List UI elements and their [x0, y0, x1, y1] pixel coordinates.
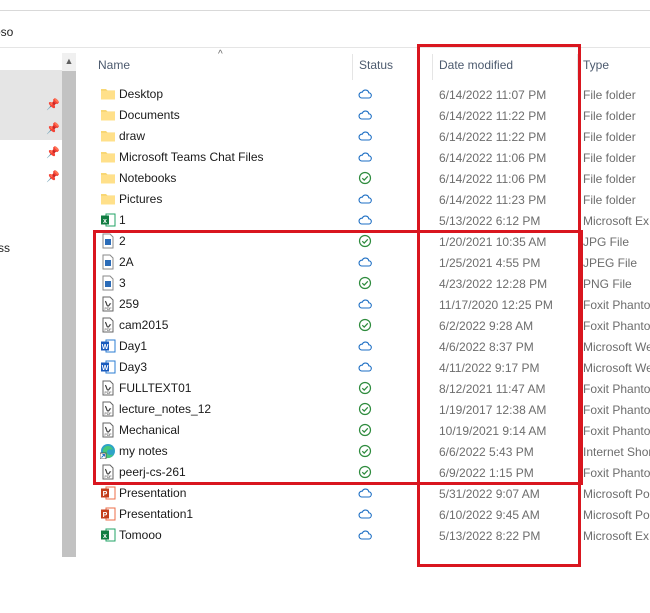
- pin-icon: 📌: [46, 123, 60, 135]
- file-type: Microsoft Ex: [583, 214, 650, 228]
- file-name: Documents: [119, 108, 180, 122]
- scrollbar-thumb[interactable]: [62, 71, 76, 557]
- cloud-only-icon: [358, 507, 372, 521]
- cloud-only-icon: [358, 486, 372, 500]
- powerpoint-icon: P: [100, 485, 116, 501]
- column-header-name[interactable]: Name: [98, 58, 130, 76]
- folder-icon: [100, 128, 116, 144]
- navigation-item-label[interactable]: ss: [0, 241, 10, 255]
- cloud-only-icon: [358, 150, 372, 164]
- folder-icon: [100, 149, 116, 165]
- file-type: Internet Shor: [583, 445, 650, 459]
- file-type: File folder: [583, 193, 636, 207]
- file-name: Microsoft Teams Chat Files: [119, 150, 264, 164]
- highlight-box-files: [93, 230, 583, 485]
- pin-icon: 📌: [46, 171, 60, 183]
- cloud-only-icon: [358, 213, 372, 227]
- cloud-only-icon: [358, 129, 372, 143]
- file-name: Desktop: [119, 87, 164, 101]
- file-type: JPG File: [583, 235, 630, 249]
- file-type: Microsoft We: [583, 361, 650, 375]
- folder-icon: [100, 170, 116, 186]
- cloud-only-icon: [358, 108, 372, 122]
- title-bar: [0, 0, 650, 11]
- file-type: File folder: [583, 88, 636, 102]
- column-header-status[interactable]: Status: [359, 58, 393, 76]
- folder-icon: [100, 86, 116, 102]
- svg-text:P: P: [103, 512, 108, 519]
- file-type: File folder: [583, 151, 636, 165]
- sort-ascending-icon: ^: [218, 49, 223, 60]
- file-type: File folder: [583, 130, 636, 144]
- file-type: Microsoft Po: [583, 508, 650, 522]
- file-name: Presentation1: [119, 507, 194, 521]
- file-type: Microsoft Po: [583, 487, 650, 501]
- cloud-only-icon: [358, 192, 372, 206]
- file-name: Notebooks: [119, 171, 177, 185]
- navigation-pane: 📌 📌 📌 📌 ss: [0, 48, 62, 613]
- svg-text:x: x: [103, 218, 107, 225]
- file-name: Pictures: [119, 192, 163, 206]
- file-type: Microsoft We: [583, 340, 650, 354]
- pin-icon: 📌: [46, 147, 60, 159]
- available-offline-check-icon: [358, 171, 372, 185]
- file-type: JPEG File: [583, 256, 638, 270]
- file-type: Foxit Phanto: [583, 319, 650, 333]
- file-type: Foxit Phanto: [583, 424, 650, 438]
- file-type: File folder: [583, 172, 636, 186]
- file-type: Foxit Phanto: [583, 298, 650, 312]
- file-type: Foxit Phanto: [583, 466, 650, 480]
- file-type: Foxit Phanto: [583, 403, 650, 417]
- svg-text:P: P: [103, 491, 108, 498]
- file-name: 1: [119, 213, 126, 227]
- address-path: oso: [0, 25, 14, 39]
- file-type: PNG File: [583, 277, 632, 291]
- address-bar[interactable]: oso: [0, 11, 650, 48]
- svg-text:x: x: [103, 533, 107, 540]
- scroll-up-arrow-icon[interactable]: ▲: [62, 53, 76, 69]
- file-name: Presentation: [119, 486, 187, 500]
- file-type: File folder: [583, 109, 636, 123]
- cloud-only-icon: [358, 87, 372, 101]
- powerpoint-icon: P: [100, 506, 116, 522]
- file-type: Microsoft Ex: [583, 529, 650, 543]
- folder-icon: [100, 191, 116, 207]
- column-divider[interactable]: [352, 54, 353, 80]
- navigation-scrollbar[interactable]: ▲: [62, 53, 76, 557]
- file-type: Foxit Phanto: [583, 382, 650, 396]
- excel-icon: x: [100, 212, 116, 228]
- pin-icon: 📌: [46, 99, 60, 111]
- file-name: Tomooo: [119, 528, 162, 542]
- column-header-type[interactable]: Type: [583, 58, 609, 76]
- excel-icon: x: [100, 527, 116, 543]
- cloud-only-icon: [358, 528, 372, 542]
- folder-icon: [100, 107, 116, 123]
- file-name: draw: [119, 129, 146, 143]
